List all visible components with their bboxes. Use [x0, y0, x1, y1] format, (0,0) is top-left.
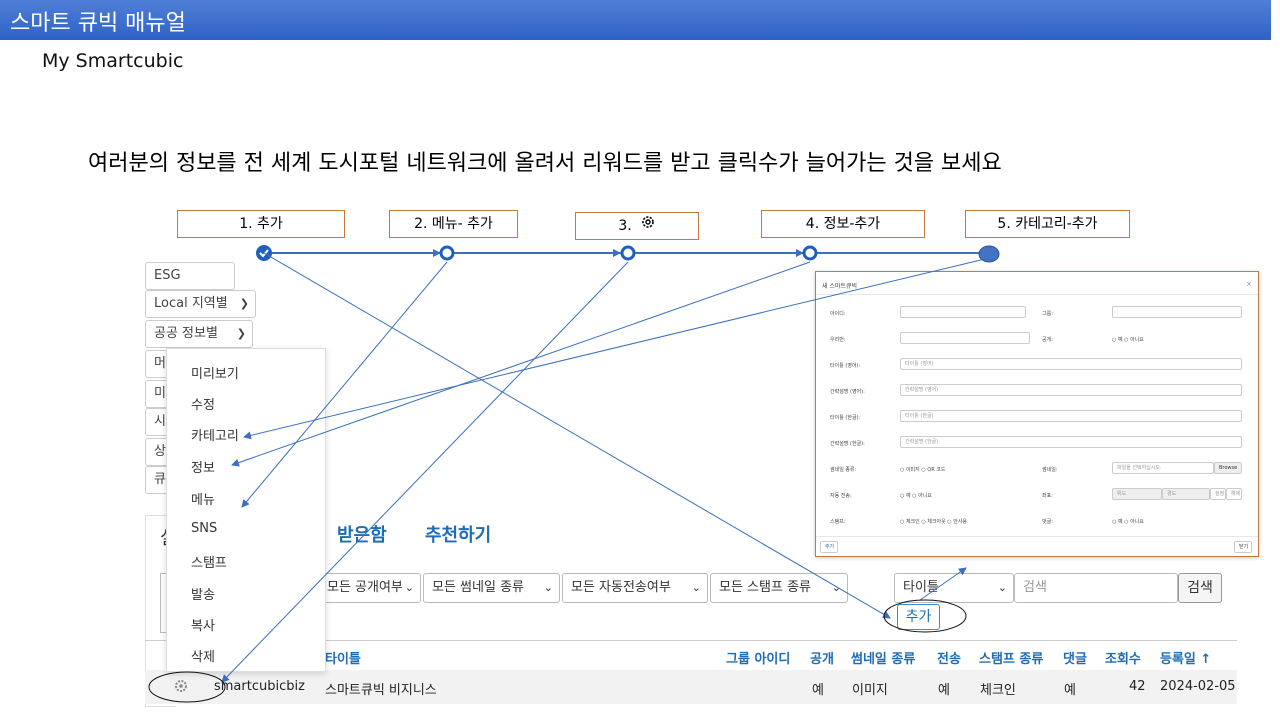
annotation-overlay — [148, 245, 1000, 703]
timeline — [256, 245, 1000, 263]
arrow-to-modal — [919, 567, 967, 601]
step-3-node — [620, 245, 636, 261]
arrow-menu — [241, 261, 448, 508]
arrow-info — [231, 261, 811, 467]
arrow-category — [243, 257, 990, 440]
step-2-node — [439, 245, 455, 261]
arrow-add — [263, 252, 891, 619]
highlight-add-ellipse — [883, 599, 967, 633]
step-4-node — [802, 245, 818, 261]
guide-arrows — [221, 252, 990, 683]
highlight-gear-ellipse — [148, 671, 226, 703]
arrow-gear — [221, 261, 629, 683]
